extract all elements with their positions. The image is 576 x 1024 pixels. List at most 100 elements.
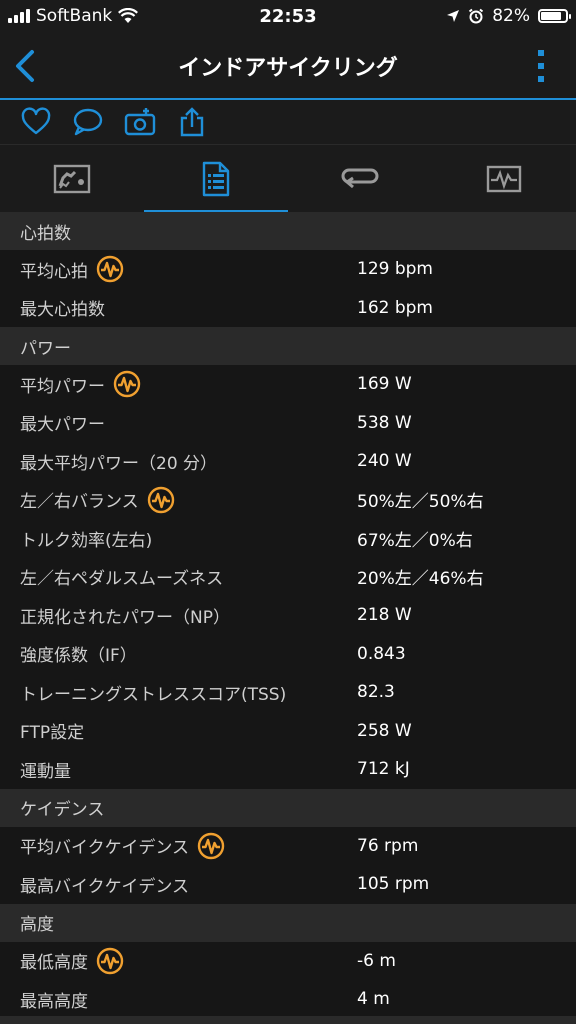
- stat-label-text: 平均バイクケイデンス: [20, 838, 189, 859]
- heart-rate-badge-icon[interactable]: [96, 255, 124, 283]
- stat-value: 129 bpm: [357, 259, 433, 280]
- stat-label: トルク効率(左右): [20, 526, 152, 551]
- stat-label: 正規化されたパワー（NP）: [20, 603, 230, 628]
- stat-row: 平均心拍 129 bpm: [0, 250, 576, 289]
- stat-row: 最低高度 -6 m: [0, 942, 576, 981]
- stat-value: 162 bpm: [357, 297, 433, 318]
- bottom-section-edge: [0, 1016, 576, 1024]
- heart-rate-badge-icon[interactable]: [147, 486, 175, 514]
- stat-row: 平均バイクケイデンス 76 rpm: [0, 827, 576, 866]
- stat-row: 強度係数（IF） 0.843: [0, 635, 576, 674]
- stat-label: 最低高度: [20, 947, 124, 975]
- chart-tab-icon: [486, 165, 522, 193]
- location-icon: [447, 10, 460, 22]
- stat-row: 左／右ペダルスムーズネス 20%左／46%右: [0, 558, 576, 597]
- stat-label: 平均心拍: [20, 255, 124, 283]
- stat-label: 左／右ペダルスムーズネス: [20, 564, 223, 589]
- stat-label: 最高高度: [20, 987, 88, 1012]
- stat-label: 最大平均パワー（20 分）: [20, 449, 217, 474]
- stat-label-text: 最大平均パワー（20 分）: [20, 453, 218, 474]
- heart-rate-badge-icon[interactable]: [197, 832, 225, 860]
- stat-label-text: 最高高度: [20, 991, 88, 1012]
- stat-label-text: FTP設定: [20, 723, 85, 744]
- stat-value: 82.3: [357, 682, 395, 703]
- stat-row: 最大心拍数 162 bpm: [0, 289, 576, 328]
- stat-row: 最大パワー 538 W: [0, 404, 576, 443]
- stats-tab-icon: [202, 161, 230, 197]
- stat-value: 50%左／50%右: [357, 492, 484, 513]
- alarm-icon: [469, 8, 484, 24]
- stat-value: 67%左／0%右: [357, 530, 473, 551]
- stat-label: 強度係数（IF）: [20, 641, 137, 666]
- status-right: 82%: [446, 6, 571, 26]
- camera-add-icon[interactable]: [124, 106, 156, 138]
- stat-label-text: 最大心拍数: [20, 300, 105, 321]
- heart-rate-badge-icon[interactable]: [96, 947, 124, 975]
- tab-laps[interactable]: [288, 145, 432, 213]
- stat-value: 218 W: [357, 605, 412, 626]
- stat-row: 最高バイクケイデンス 105 rpm: [0, 865, 576, 904]
- heart-rate-badge-icon[interactable]: [113, 370, 141, 398]
- battery-icon: [538, 9, 571, 23]
- stat-label-text: 強度係数（IF）: [20, 646, 137, 667]
- stat-row: 最大平均パワー（20 分） 240 W: [0, 442, 576, 481]
- page-title: インドアサイクリング: [178, 56, 398, 81]
- stat-value: 0.843: [357, 643, 406, 664]
- section-header: 心拍数: [0, 212, 576, 250]
- stat-value: 258 W: [357, 720, 412, 741]
- stat-label: 平均パワー: [20, 370, 141, 398]
- activity-actions: [0, 100, 576, 144]
- stat-value: -6 m: [357, 950, 396, 971]
- stat-label: 運動量: [20, 757, 71, 782]
- tab-stats[interactable]: [144, 145, 288, 213]
- section-header: ケイデンス: [0, 788, 576, 827]
- stat-value: 4 m: [357, 989, 390, 1010]
- activity-tabs: [0, 144, 576, 213]
- stat-label: FTP設定: [20, 718, 84, 743]
- stat-value: 105 rpm: [357, 874, 430, 895]
- section-header: パワー: [0, 327, 576, 365]
- share-icon[interactable]: [176, 106, 208, 138]
- overview-tab-icon: [53, 164, 91, 194]
- stat-row: FTP設定 258 W: [0, 712, 576, 751]
- stats-list: 心拍数 平均心拍 129 bpm 最大心拍数 162 bpm パワー 平均パワー…: [0, 212, 576, 1019]
- stat-value: 240 W: [357, 451, 412, 472]
- stat-label-text: 運動量: [20, 761, 71, 782]
- stat-label: 最高バイクケイデンス: [20, 872, 189, 897]
- stat-label: 平均バイクケイデンス: [20, 832, 225, 860]
- battery-percent: 82%: [492, 6, 530, 26]
- stat-label: 最大パワー: [20, 410, 105, 435]
- heart-icon[interactable]: [20, 106, 52, 138]
- stat-row: トルク効率(左右) 67%左／0%右: [0, 519, 576, 558]
- stat-row: 左／右バランス 50%左／50%右: [0, 481, 576, 520]
- section-header: 高度: [0, 903, 576, 942]
- stat-label-text: 正規化されたパワー（NP）: [20, 607, 230, 628]
- stat-value: 169 W: [357, 374, 412, 395]
- stat-label-text: 最大パワー: [20, 415, 105, 436]
- stat-label: 左／右バランス: [20, 486, 175, 514]
- stat-label-text: 左／右バランス: [20, 492, 139, 513]
- tab-overview[interactable]: [0, 145, 144, 213]
- stat-label-text: 最高バイクケイデンス: [20, 876, 189, 897]
- stat-label-text: 左／右ペダルスムーズネス: [20, 569, 224, 590]
- stat-label-text: 最低高度: [20, 953, 88, 974]
- stat-row: 正規化されたパワー（NP） 218 W: [0, 596, 576, 635]
- comment-icon[interactable]: [72, 106, 104, 138]
- stat-label-text: トルク効率(左右): [20, 530, 153, 551]
- stat-row: トレーニングストレススコア(TSS) 82.3: [0, 673, 576, 712]
- tab-chart[interactable]: [432, 145, 576, 213]
- stat-row: 平均パワー 169 W: [0, 365, 576, 404]
- stat-value: 712 kJ: [357, 759, 410, 780]
- stat-label-text: 平均心拍: [20, 261, 88, 282]
- status-bar: SoftBank 22:53 82%: [0, 0, 576, 34]
- stat-value: 538 W: [357, 412, 412, 433]
- stat-value: 76 rpm: [357, 835, 419, 856]
- stat-row: 運動量 712 kJ: [0, 750, 576, 789]
- stat-label-text: トレーニングストレススコア(TSS): [20, 684, 287, 705]
- more-vertical-icon[interactable]: [534, 48, 548, 84]
- stat-label: 最大心拍数: [20, 295, 105, 320]
- stat-label-text: 平均パワー: [20, 376, 105, 397]
- nav-bar: インドアサイクリング: [0, 34, 576, 98]
- stat-value: 20%左／46%右: [357, 569, 484, 590]
- laps-tab-icon: [341, 168, 379, 189]
